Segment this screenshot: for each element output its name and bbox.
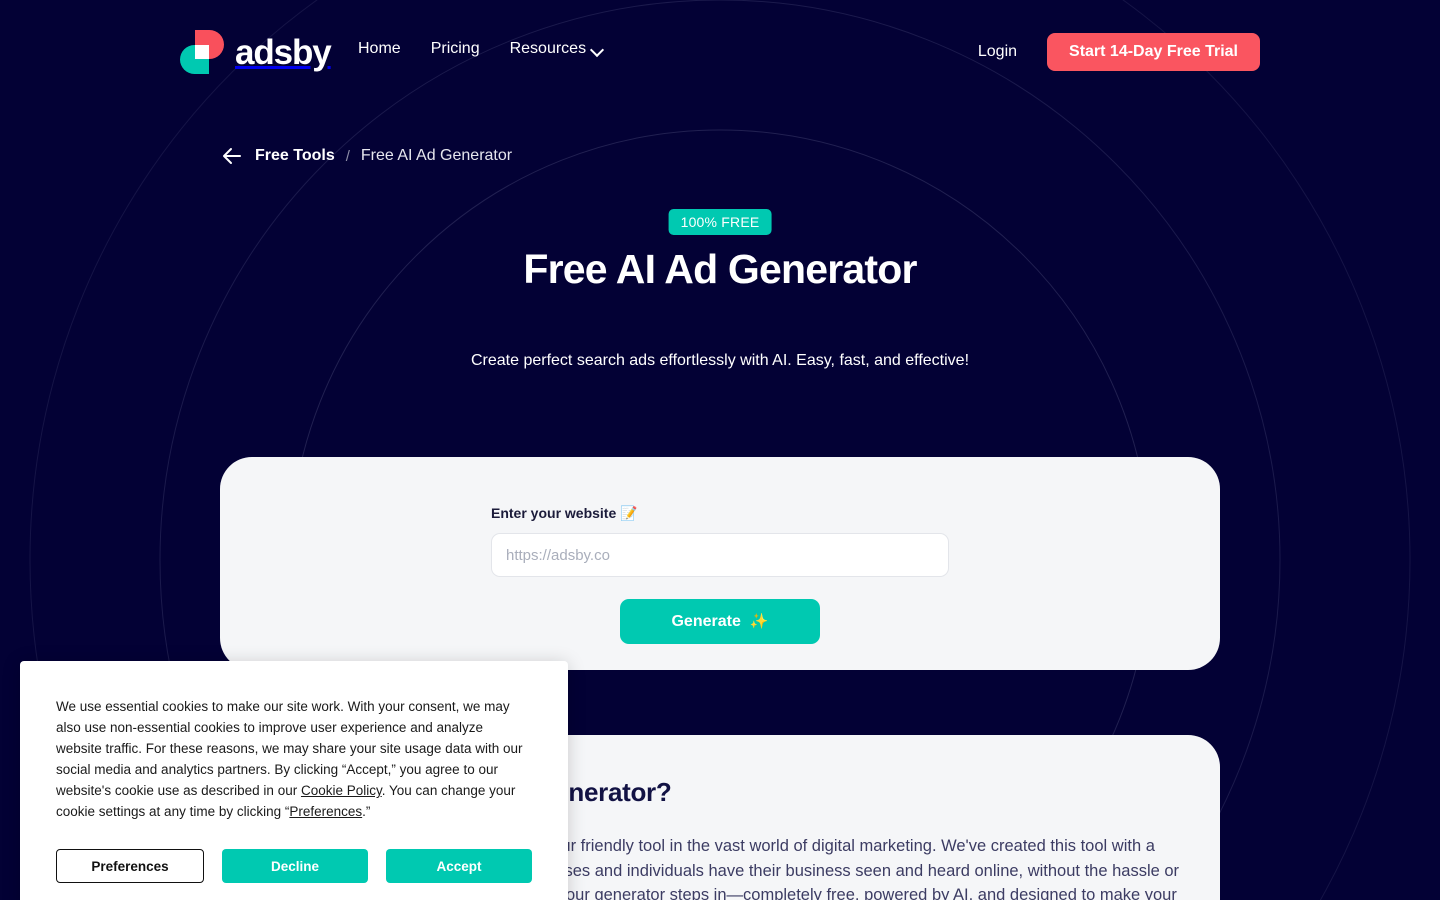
- page-root: adsby Home Pricing Resources Login Start…: [0, 0, 1440, 900]
- cookie-accept-button[interactable]: Accept: [386, 849, 532, 883]
- breadcrumb: Free Tools / Free AI Ad Generator: [220, 144, 512, 168]
- website-field-label-text: Enter your website: [491, 505, 617, 521]
- login-link[interactable]: Login: [978, 43, 1017, 61]
- logo-shape-white: [195, 45, 209, 59]
- header-actions: Login Start 14-Day Free Trial: [978, 33, 1260, 71]
- generate-button-label: Generate: [671, 612, 741, 630]
- arrow-left-icon[interactable]: [220, 144, 244, 168]
- start-free-trial-button[interactable]: Start 14-Day Free Trial: [1047, 33, 1260, 71]
- cookie-consent-actions: Preferences Decline Accept: [56, 849, 532, 883]
- nav-item-home-label: Home: [358, 40, 401, 57]
- cookie-consent-banner: We use essential cookies to make our sit…: [20, 661, 568, 900]
- nav-item-pricing-label: Pricing: [430, 40, 480, 57]
- generator-form-card: Enter your website 📝 Generate ✨: [220, 457, 1220, 670]
- site-header: adsby Home Pricing Resources Login Start…: [0, 0, 1440, 104]
- preferences-link[interactable]: Preferences: [289, 804, 362, 819]
- website-input[interactable]: [491, 533, 949, 577]
- cookie-preferences-button[interactable]: Preferences: [56, 849, 204, 883]
- cookie-decline-button[interactable]: Decline: [222, 849, 368, 883]
- brand-logo-link[interactable]: adsby: [180, 30, 332, 74]
- nav-item-resources[interactable]: Resources: [510, 40, 603, 58]
- primary-navigation: Home Pricing Resources: [358, 40, 603, 58]
- nav-item-resources-label: Resources: [509, 40, 587, 57]
- website-field-label: Enter your website 📝: [491, 506, 949, 520]
- memo-icon: 📝: [620, 505, 638, 521]
- nav-item-pricing[interactable]: Pricing: [431, 40, 480, 58]
- brand-wordmark: adsby: [235, 32, 332, 72]
- cookie-policy-link[interactable]: Cookie Policy: [301, 783, 382, 798]
- cookie-text-part-3: .”: [362, 804, 371, 819]
- cookie-consent-text: We use essential cookies to make our sit…: [56, 696, 532, 822]
- adsby-logo-icon: [180, 30, 224, 74]
- hero-subtitle: Create perfect search ads effortlessly w…: [470, 352, 970, 369]
- breadcrumb-separator: /: [345, 147, 350, 165]
- sparkles-icon: ✨: [749, 613, 769, 630]
- breadcrumb-item-current: Free AI Ad Generator: [360, 147, 513, 164]
- page-title: Free AI Ad Generator: [523, 246, 917, 292]
- generator-form: Enter your website 📝 Generate ✨: [220, 457, 1220, 644]
- nav-item-home[interactable]: Home: [358, 40, 401, 58]
- chevron-down-icon: [592, 44, 603, 55]
- generate-button[interactable]: Generate ✨: [620, 599, 820, 644]
- free-badge: 100% FREE: [668, 209, 772, 235]
- breadcrumb-item-free-tools[interactable]: Free Tools: [255, 147, 335, 165]
